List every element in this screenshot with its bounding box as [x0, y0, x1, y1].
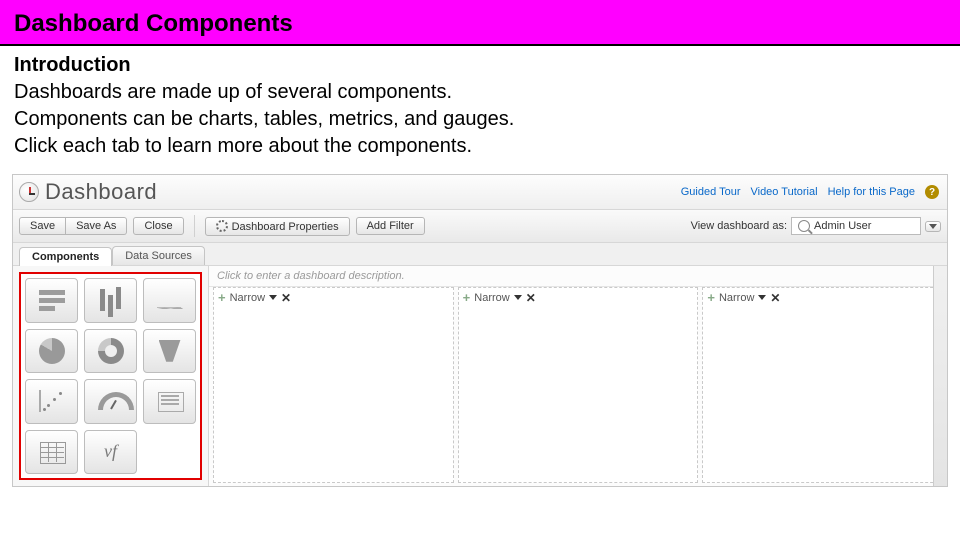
help-icon[interactable]: ?: [925, 185, 939, 199]
column-header: + Narrow ✕: [214, 288, 453, 307]
slide-title-banner: Dashboard Components: [0, 0, 960, 46]
table-component[interactable]: [25, 430, 78, 475]
vertical-scrollbar[interactable]: [933, 266, 947, 486]
intro-line-2: Components can be charts, tables, metric…: [14, 106, 946, 133]
metric-icon: [155, 388, 185, 414]
search-icon: [798, 220, 810, 232]
add-column-icon[interactable]: +: [707, 290, 715, 305]
column-header: + Narrow ✕: [703, 288, 942, 307]
slide-title: Dashboard Components: [14, 10, 293, 37]
app-header: Dashboard Guided Tour Video Tutorial Hel…: [13, 175, 947, 210]
dashboard-builder-app: Dashboard Guided Tour Video Tutorial Hel…: [12, 174, 948, 487]
line-chart-icon: [155, 287, 185, 313]
tab-data-sources[interactable]: Data Sources: [112, 246, 205, 265]
add-column-icon[interactable]: +: [218, 290, 226, 305]
running-user-field[interactable]: Admin User: [791, 217, 921, 235]
intro-block: Introduction Dashboards are made up of s…: [0, 46, 960, 168]
video-tutorial-link[interactable]: Video Tutorial: [750, 186, 817, 198]
close-icon[interactable]: ✕: [281, 291, 291, 305]
visualforce-icon: vf: [104, 441, 117, 462]
funnel-chart-component[interactable]: [143, 329, 196, 374]
dashboard-properties-button[interactable]: Dashboard Properties: [205, 217, 350, 236]
side-panel-tabs: Components Data Sources: [13, 243, 947, 266]
donut-chart-icon: [98, 338, 124, 364]
workspace: vf Click to enter a dashboard descriptio…: [13, 266, 947, 486]
dashboard-canvas: Click to enter a dashboard description. …: [209, 266, 947, 486]
view-as-label: View dashboard as:: [691, 220, 787, 232]
running-user-value: Admin User: [814, 220, 871, 232]
column-header: + Narrow ✕: [459, 288, 698, 307]
canvas-columns: + Narrow ✕ + Narrow ✕: [209, 287, 947, 483]
column-width-label[interactable]: Narrow: [719, 292, 754, 304]
toolbar: Save Save As Close Dashboard Properties …: [13, 210, 947, 243]
intro-line-3: Click each tab to learn more about the c…: [14, 133, 946, 160]
column-width-label[interactable]: Narrow: [474, 292, 509, 304]
vertical-bar-chart-component[interactable]: [84, 278, 137, 323]
line-chart-component[interactable]: [143, 278, 196, 323]
chevron-down-icon[interactable]: [514, 295, 522, 300]
add-column-icon[interactable]: +: [463, 290, 471, 305]
component-palette: vf: [19, 272, 202, 480]
gauge-icon: [96, 388, 126, 414]
help-link[interactable]: Help for this Page: [828, 186, 915, 198]
app-title: Dashboard: [45, 179, 157, 205]
close-icon[interactable]: ✕: [770, 291, 780, 305]
column-width-label[interactable]: Narrow: [230, 292, 265, 304]
chevron-down-icon[interactable]: [269, 295, 277, 300]
dashboard-description-input[interactable]: Click to enter a dashboard description.: [209, 266, 947, 287]
canvas-column-1[interactable]: + Narrow ✕: [213, 287, 454, 483]
dashboard-icon: [19, 182, 39, 202]
view-as-control: View dashboard as: Admin User: [691, 217, 941, 235]
close-button[interactable]: Close: [133, 217, 183, 235]
guided-tour-link[interactable]: Guided Tour: [681, 186, 741, 198]
save-as-button[interactable]: Save As: [66, 217, 127, 235]
horizontal-bar-chart-icon: [37, 287, 67, 313]
tab-components[interactable]: Components: [19, 247, 112, 266]
toolbar-separator: [194, 215, 195, 237]
header-links: Guided Tour Video Tutorial Help for this…: [681, 185, 939, 199]
scatter-chart-component[interactable]: [25, 379, 78, 424]
horizontal-bar-chart-component[interactable]: [25, 278, 78, 323]
vertical-bar-chart-icon: [96, 287, 126, 313]
components-panel: vf: [13, 266, 209, 486]
dashboard-properties-label: Dashboard Properties: [232, 221, 339, 233]
canvas-column-3[interactable]: + Narrow ✕: [702, 287, 943, 483]
canvas-column-2[interactable]: + Narrow ✕: [458, 287, 699, 483]
intro-line-1: Dashboards are made up of several compon…: [14, 79, 946, 106]
intro-heading: Introduction: [14, 52, 946, 79]
visualforce-component[interactable]: vf: [84, 430, 137, 475]
pie-chart-component[interactable]: [25, 329, 78, 374]
running-user-dropdown-button[interactable]: [925, 221, 941, 232]
funnel-chart-icon: [155, 338, 185, 364]
donut-chart-component[interactable]: [84, 329, 137, 374]
gauge-component[interactable]: [84, 379, 137, 424]
scatter-chart-icon: [37, 388, 67, 414]
save-button[interactable]: Save: [19, 217, 66, 235]
metric-component[interactable]: [143, 379, 196, 424]
add-filter-button[interactable]: Add Filter: [356, 217, 425, 235]
close-icon[interactable]: ✕: [526, 291, 536, 305]
chevron-down-icon[interactable]: [758, 295, 766, 300]
pie-chart-icon: [39, 338, 65, 364]
table-icon: [37, 439, 67, 465]
chevron-down-icon: [929, 224, 937, 229]
gear-icon: [216, 220, 228, 232]
